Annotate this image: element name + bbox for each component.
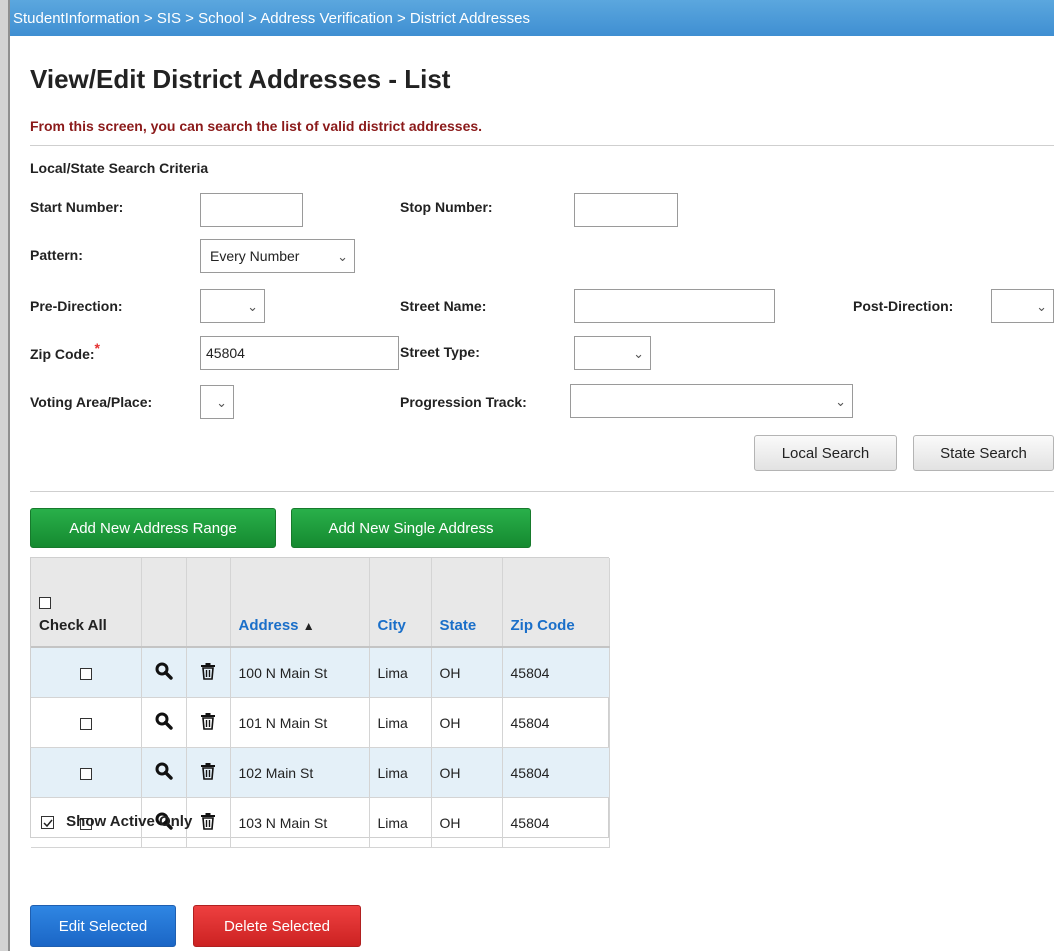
pattern-label: Pattern: — [30, 247, 83, 263]
magnifier-icon[interactable] — [155, 662, 173, 680]
zip-cell: 45804 — [502, 797, 610, 848]
trash-icon[interactable] — [200, 712, 216, 730]
row-checkbox[interactable] — [79, 667, 92, 680]
zip-code-input[interactable] — [200, 336, 399, 370]
street-type-select[interactable]: ⌄ — [574, 336, 651, 370]
magnifier-icon[interactable] — [155, 712, 173, 730]
pattern-select-value: Every Number — [210, 248, 300, 264]
view-column-header — [141, 558, 187, 648]
street-name-input[interactable] — [574, 289, 775, 323]
pre-direction-label: Pre-Direction: — [30, 298, 123, 314]
chevron-down-icon: ⌄ — [633, 346, 644, 361]
trash-icon[interactable] — [200, 812, 216, 830]
address-cell: 100 N Main St — [230, 647, 370, 698]
progression-track-select[interactable]: ⌄ — [570, 384, 853, 418]
search-criteria-title: Local/State Search Criteria — [30, 160, 209, 176]
show-active-label: Show Active Only — [66, 813, 193, 830]
page-title: View/Edit District Addresses - List — [30, 64, 451, 94]
row-select-cell — [31, 647, 142, 698]
add-address-range-button[interactable]: Add New Address Range — [30, 508, 276, 548]
address-header-label: Address — [238, 617, 299, 634]
delete-cell — [186, 797, 231, 848]
start-number-label: Start Number: — [30, 199, 124, 215]
local-search-button[interactable]: Local Search — [754, 435, 897, 471]
sort-ascending-icon: ▲ — [302, 619, 315, 633]
state-cell: OH — [431, 647, 503, 698]
check-all-header[interactable]: Check All — [31, 558, 142, 648]
zip-code-column-header[interactable]: Zip Code — [502, 558, 610, 648]
table-row: 100 N Main St Lima OH 45804 — [31, 647, 610, 698]
street-type-label: Street Type: — [400, 344, 480, 360]
instruction-text: From this screen, you can search the lis… — [30, 118, 483, 134]
show-active-only-toggle[interactable]: Show Active Only — [41, 813, 192, 830]
edit-selected-button[interactable]: Edit Selected — [30, 905, 176, 947]
checkmark-icon — [43, 819, 53, 827]
check-all-checkbox[interactable] — [39, 597, 51, 610]
chevron-down-icon: ⌄ — [216, 395, 227, 410]
table-header-row: Check All Address ▲ City State Zip Code — [31, 558, 610, 648]
address-cell: 101 N Main St — [230, 697, 370, 748]
zip-code-label: Zip Code:* — [30, 340, 100, 362]
post-direction-select[interactable]: ⌄ — [991, 289, 1054, 323]
state-search-button[interactable]: State Search — [913, 435, 1054, 471]
stop-number-input[interactable] — [574, 193, 678, 227]
view-cell — [141, 697, 187, 748]
city-cell: Lima — [369, 697, 432, 748]
chevron-down-icon: ⌄ — [1036, 299, 1047, 314]
divider — [30, 145, 1054, 146]
address-column-header[interactable]: Address ▲ — [230, 558, 370, 648]
delete-cell — [186, 697, 231, 748]
progression-track-label: Progression Track: — [400, 394, 527, 410]
magnifier-icon[interactable] — [155, 762, 173, 780]
required-asterisk: * — [94, 340, 100, 356]
city-cell: Lima — [369, 747, 432, 798]
add-single-address-button[interactable]: Add New Single Address — [291, 508, 531, 548]
check-all-label: Check All — [39, 617, 107, 634]
state-cell: OH — [431, 797, 503, 848]
state-cell: OH — [431, 747, 503, 798]
state-cell: OH — [431, 697, 503, 748]
row-checkbox[interactable] — [79, 767, 92, 780]
row-select-cell — [31, 697, 142, 748]
street-name-label: Street Name: — [400, 298, 487, 314]
delete-cell — [186, 747, 231, 798]
divider — [30, 491, 1054, 492]
delete-column-header — [186, 558, 231, 648]
view-cell — [141, 647, 187, 698]
address-cell: 103 N Main St — [230, 797, 370, 848]
breadcrumb: StudentInformation > SIS > School > Addr… — [10, 0, 1054, 36]
show-active-checkbox[interactable] — [41, 815, 54, 829]
zip-cell: 45804 — [502, 697, 610, 748]
chevron-down-icon: ⌄ — [247, 299, 258, 314]
trash-icon[interactable] — [200, 662, 216, 680]
city-column-header[interactable]: City — [369, 558, 432, 648]
addresses-table: Check All Address ▲ City State Zip Code — [30, 557, 610, 848]
zip-cell: 45804 — [502, 647, 610, 698]
chevron-down-icon: ⌄ — [835, 394, 846, 409]
table-row: 101 N Main St Lima OH 45804 — [31, 697, 610, 748]
view-cell — [141, 747, 187, 798]
trash-icon[interactable] — [200, 762, 216, 780]
state-column-header[interactable]: State — [431, 558, 503, 648]
stop-number-label: Stop Number: — [400, 199, 493, 215]
voting-area-label: Voting Area/Place: — [30, 394, 153, 410]
row-checkbox[interactable] — [79, 717, 92, 730]
zip-cell: 45804 — [502, 747, 610, 798]
pre-direction-select[interactable]: ⌄ — [200, 289, 265, 323]
delete-cell — [186, 647, 231, 698]
post-direction-label: Post-Direction: — [853, 298, 954, 314]
address-cell: 102 Main St — [230, 747, 370, 798]
row-select-cell — [31, 747, 142, 798]
start-number-input[interactable] — [200, 193, 303, 227]
zip-code-label-text: Zip Code: — [30, 346, 95, 362]
window-left-edge — [0, 0, 10, 951]
delete-selected-button[interactable]: Delete Selected — [193, 905, 361, 947]
voting-area-select[interactable]: ⌄ — [200, 385, 234, 419]
city-cell: Lima — [369, 797, 432, 848]
table-row: 102 Main St Lima OH 45804 — [31, 747, 610, 798]
pattern-select[interactable]: Every Number ⌄ — [200, 239, 355, 273]
city-cell: Lima — [369, 647, 432, 698]
chevron-down-icon: ⌄ — [337, 249, 348, 264]
